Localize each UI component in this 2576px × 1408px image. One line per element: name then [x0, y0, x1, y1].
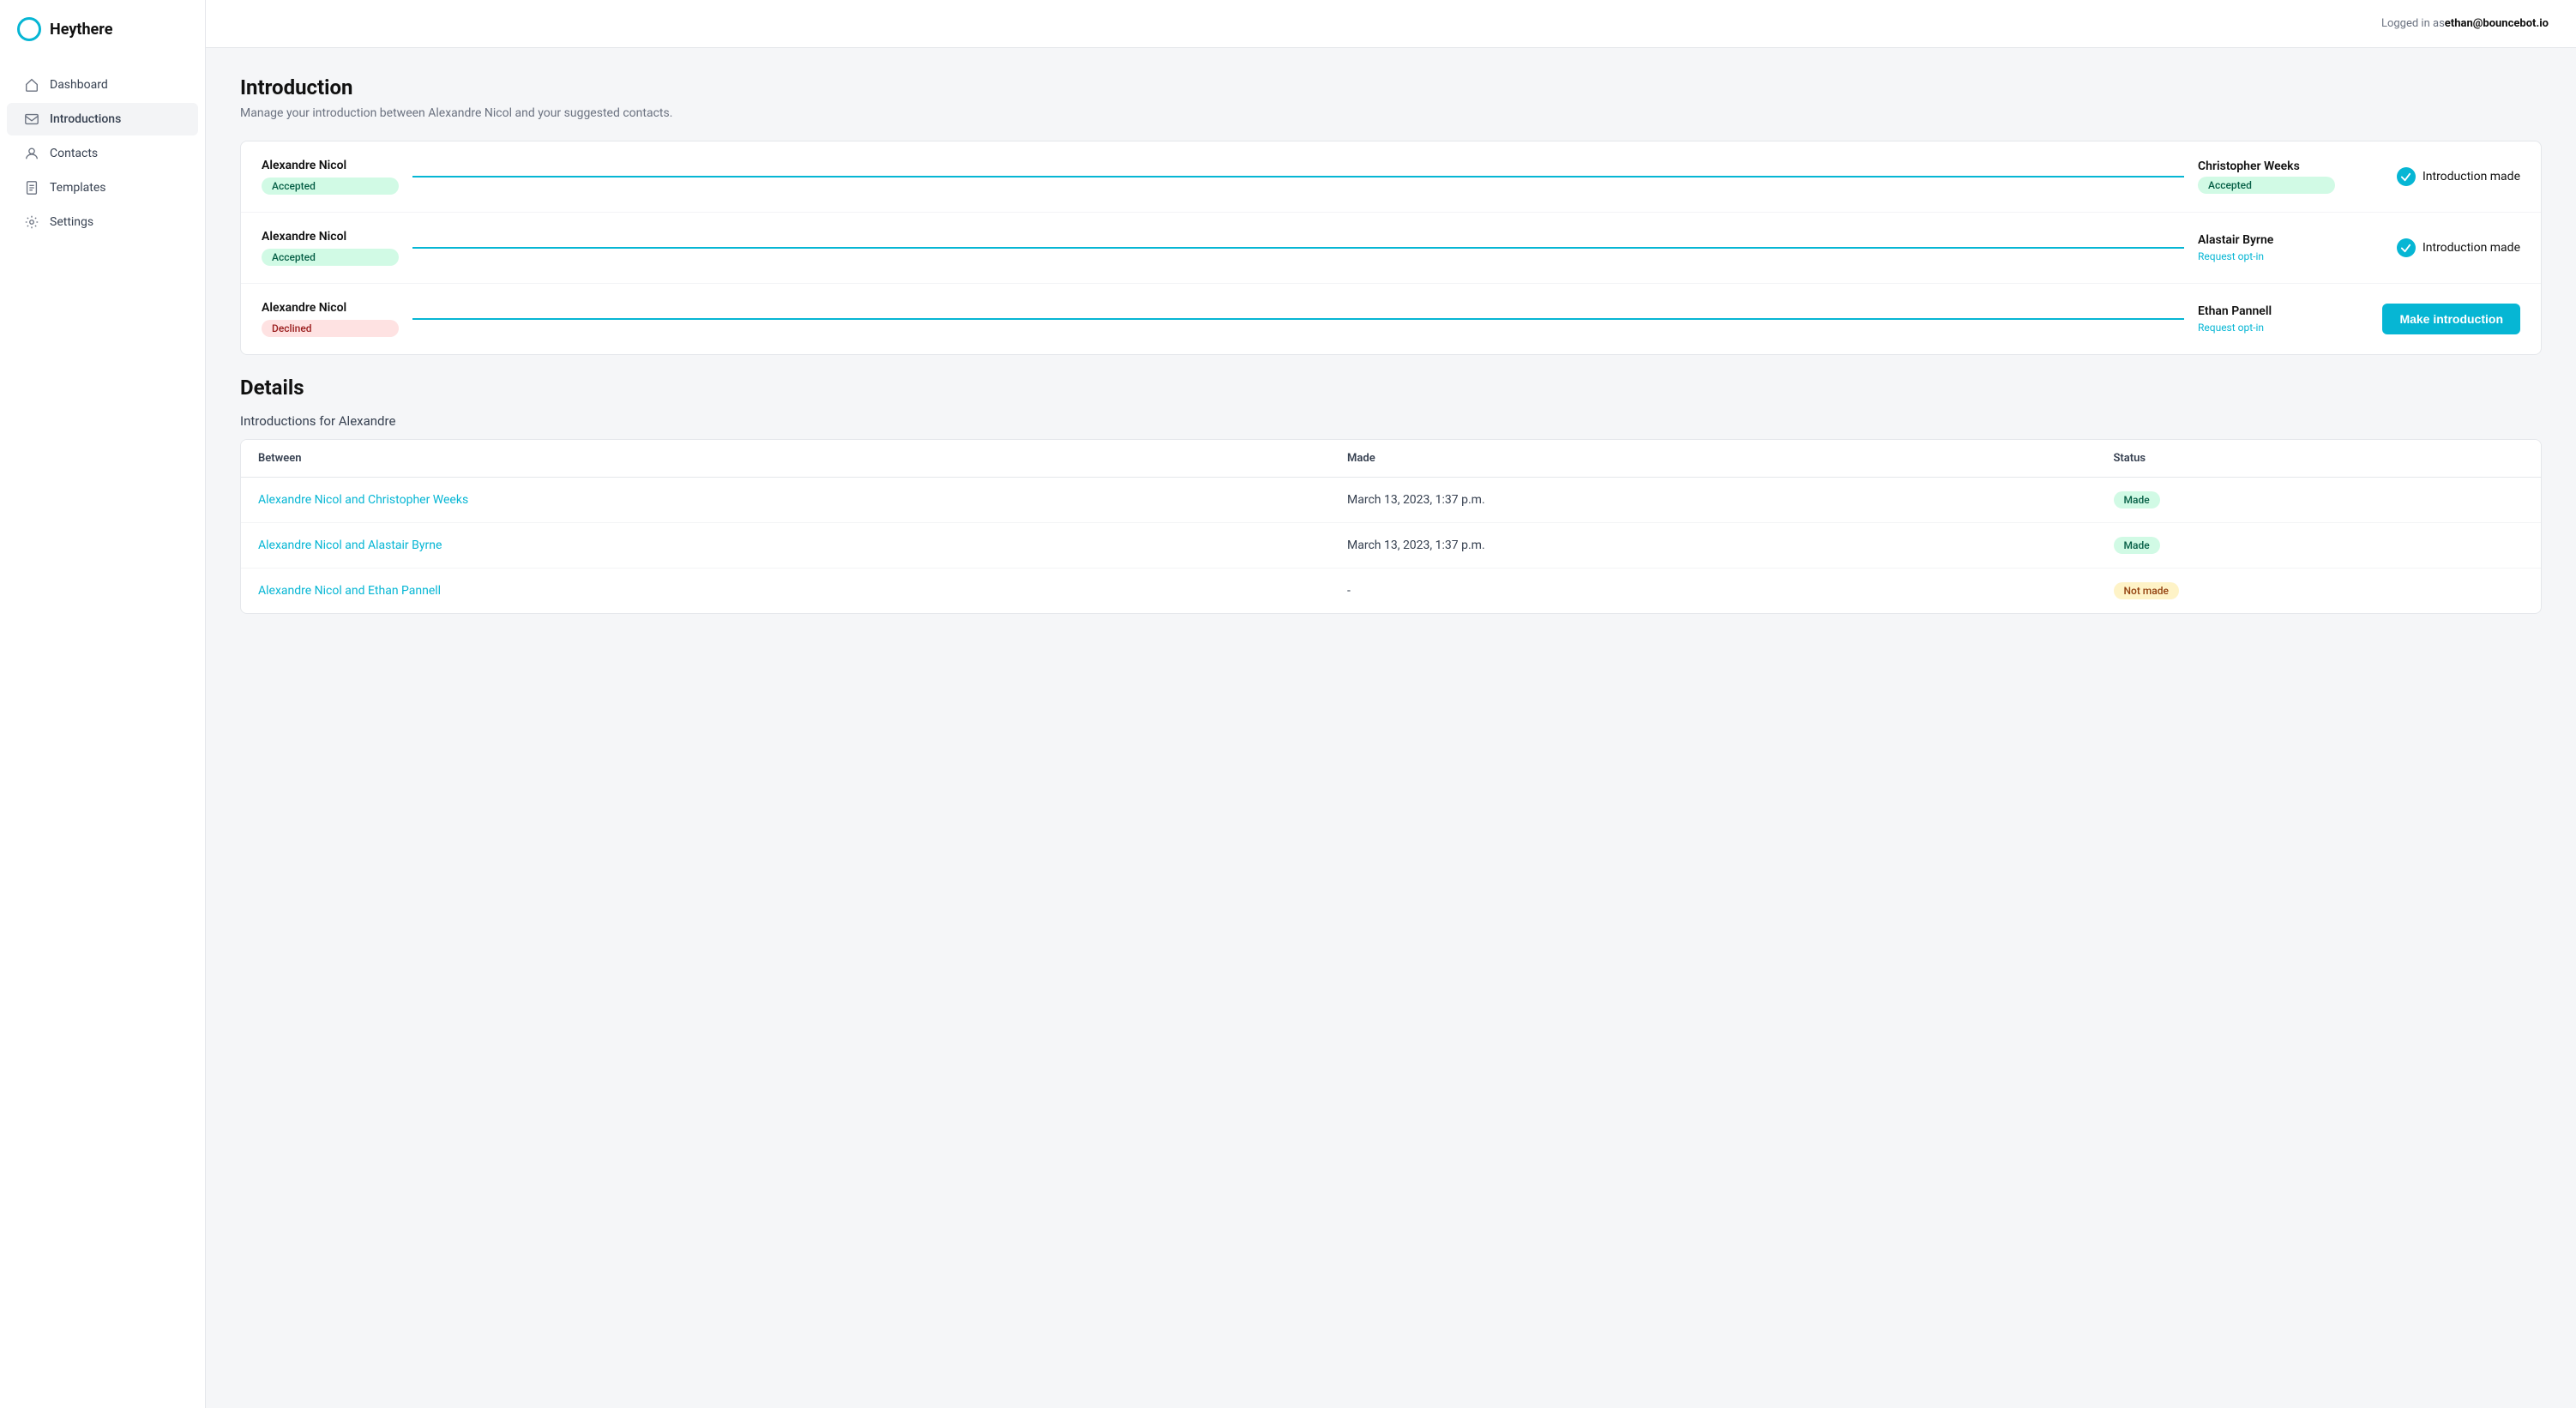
person-left-3: Alexandre Nicol Declined	[262, 301, 399, 337]
person-right-2: Alastair Byrne Request opt-in	[2198, 233, 2335, 262]
file-icon	[24, 180, 39, 196]
details-table: Between Made Status Alexandre Nicol and …	[241, 440, 2541, 613]
logo-text: Heythere	[50, 21, 112, 39]
gear-icon	[24, 214, 39, 230]
cell-status: Not made	[2097, 569, 2542, 614]
header: Logged in as ethan@bouncebot.io	[206, 0, 2576, 48]
cell-made: March 13, 2023, 1:37 p.m.	[1330, 478, 2096, 523]
logged-in-label: Logged in as	[2381, 17, 2445, 30]
request-opt-in-link[interactable]: Request opt-in	[2198, 322, 2335, 334]
table-header-row: Between Made Status	[241, 440, 2541, 478]
status-badge: Accepted	[262, 249, 399, 266]
connector-line	[412, 176, 2184, 178]
person-name: Alastair Byrne	[2198, 233, 2335, 247]
status-badge: Declined	[262, 320, 399, 337]
sidebar-item-label: Templates	[50, 181, 106, 195]
cell-between: Alexandre Nicol and Christopher Weeks	[241, 478, 1330, 523]
between-link[interactable]: Alexandre Nicol and Christopher Weeks	[258, 493, 468, 507]
status-badge: Made	[2114, 491, 2160, 508]
between-link[interactable]: Alexandre Nicol and Alastair Byrne	[258, 539, 442, 552]
sidebar-item-templates[interactable]: Templates	[7, 171, 198, 204]
person-right-3: Ethan Pannell Request opt-in	[2198, 304, 2335, 334]
page-subtitle: Manage your introduction between Alexand…	[240, 106, 2542, 120]
page-title: Introduction	[240, 75, 2542, 99]
sidebar-item-label: Dashboard	[50, 78, 108, 92]
status-badge: Accepted	[262, 178, 399, 195]
person-name: Alexandre Nicol	[262, 301, 399, 315]
intro-row-1: Alexandre Nicol Accepted Christopher Wee…	[241, 141, 2541, 213]
sidebar-item-dashboard[interactable]: Dashboard	[7, 69, 198, 101]
main-content: Introduction Manage your introduction be…	[206, 48, 2576, 1408]
person-left-2: Alexandre Nicol Accepted	[262, 230, 399, 266]
main-container: Logged in as ethan@bouncebot.io Introduc…	[206, 0, 2576, 1408]
col-between: Between	[241, 440, 1330, 478]
logo-circle	[17, 17, 41, 41]
table-row: Alexandre Nicol and Christopher Weeks Ma…	[241, 478, 2541, 523]
connector-line	[412, 247, 2184, 249]
person-name: Alexandre Nicol	[262, 159, 399, 172]
user-icon	[24, 146, 39, 161]
intro-action-3: Make introduction	[2349, 304, 2520, 334]
cell-status: Made	[2097, 478, 2542, 523]
mail-icon	[24, 111, 39, 127]
cell-made: -	[1330, 569, 2096, 614]
status-badge: Accepted	[2198, 177, 2335, 194]
details-table-card: Between Made Status Alexandre Nicol and …	[240, 439, 2542, 614]
col-made: Made	[1330, 440, 2096, 478]
sidebar-item-label: Introductions	[50, 112, 121, 126]
cell-between: Alexandre Nicol and Alastair Byrne	[241, 523, 1330, 569]
intro-row-3: Alexandre Nicol Declined Ethan Pannell R…	[241, 284, 2541, 354]
sidebar: Heythere Dashboard Introductions	[0, 0, 206, 1408]
request-opt-in-link[interactable]: Request opt-in	[2198, 250, 2335, 262]
cell-made: March 13, 2023, 1:37 p.m.	[1330, 523, 2096, 569]
person-name: Ethan Pannell	[2198, 304, 2335, 318]
intro-made-text: Introduction made	[2423, 170, 2520, 184]
person-name: Christopher Weeks	[2198, 159, 2335, 173]
person-left-1: Alexandre Nicol Accepted	[262, 159, 399, 195]
logo: Heythere	[0, 0, 205, 62]
intro-made-icon	[2397, 167, 2416, 186]
intro-made-text: Introduction made	[2423, 241, 2520, 255]
connector-line	[412, 318, 2184, 320]
sidebar-item-label: Settings	[50, 215, 93, 229]
sidebar-item-introductions[interactable]: Introductions	[7, 103, 198, 135]
intro-made-icon	[2397, 238, 2416, 257]
logged-in-user: ethan@bouncebot.io	[2445, 17, 2549, 30]
home-icon	[24, 77, 39, 93]
table-row: Alexandre Nicol and Alastair Byrne March…	[241, 523, 2541, 569]
make-introduction-button[interactable]: Make introduction	[2382, 304, 2520, 334]
intro-action-1: Introduction made	[2349, 167, 2520, 186]
sidebar-item-label: Contacts	[50, 147, 98, 160]
intro-row-2: Alexandre Nicol Accepted Alastair Byrne …	[241, 213, 2541, 284]
details-subtitle: Introductions for Alexandre	[240, 413, 2542, 429]
intro-card: Alexandre Nicol Accepted Christopher Wee…	[240, 141, 2542, 355]
intro-action-2: Introduction made	[2349, 238, 2520, 257]
col-status: Status	[2097, 440, 2542, 478]
cell-status: Made	[2097, 523, 2542, 569]
sidebar-item-settings[interactable]: Settings	[7, 206, 198, 238]
status-badge: Not made	[2114, 582, 2179, 599]
person-right-1: Christopher Weeks Accepted	[2198, 159, 2335, 194]
status-badge: Made	[2114, 537, 2160, 554]
person-name: Alexandre Nicol	[262, 230, 399, 244]
cell-between: Alexandre Nicol and Ethan Pannell	[241, 569, 1330, 614]
between-link[interactable]: Alexandre Nicol and Ethan Pannell	[258, 584, 441, 598]
sidebar-item-contacts[interactable]: Contacts	[7, 137, 198, 170]
details-title: Details	[240, 376, 2542, 400]
sidebar-nav: Dashboard Introductions Contacts	[0, 62, 205, 245]
table-row: Alexandre Nicol and Ethan Pannell - Not …	[241, 569, 2541, 614]
